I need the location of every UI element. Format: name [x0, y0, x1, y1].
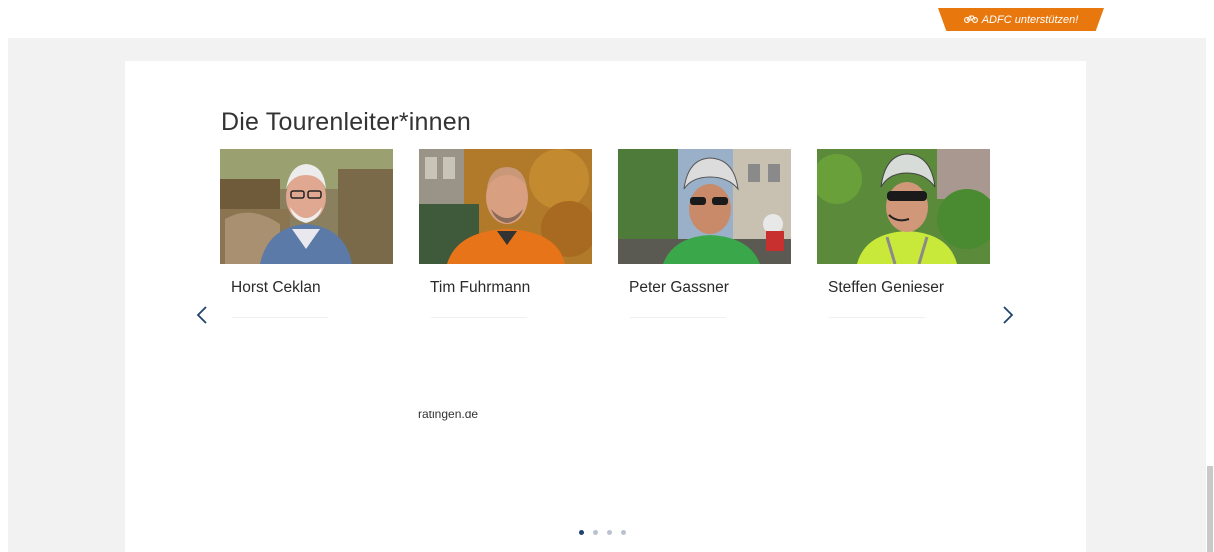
divider [232, 317, 328, 318]
guide-name[interactable]: Horst Ceklan [231, 279, 321, 297]
guide-photo[interactable] [419, 149, 592, 264]
pagination-dot[interactable] [579, 530, 584, 535]
support-adfc-button[interactable]: ADFC unterstützen! [938, 8, 1104, 31]
guide-photo[interactable] [220, 149, 393, 264]
guide-name[interactable]: Tim Fuhrmann [430, 279, 530, 297]
guide-name[interactable]: Peter Gassner [629, 279, 729, 297]
pagination-dot[interactable] [607, 530, 612, 535]
partial-link-text: ratingen.de [418, 411, 479, 421]
chevron-left-icon [196, 306, 207, 324]
support-label: ADFC unterstützen! [981, 13, 1079, 26]
guide-name[interactable]: Steffen Genieser [828, 279, 944, 297]
guide-photo[interactable] [618, 149, 791, 264]
guide-card[interactable]: Horst Ceklan [220, 149, 393, 318]
pagination-dot[interactable] [621, 530, 626, 535]
guide-card[interactable]: Peter Gassner [618, 149, 791, 318]
bicycle-icon [963, 14, 978, 26]
carousel-pagination [579, 530, 626, 535]
carousel-prev-button[interactable] [192, 300, 212, 330]
guide-card[interactable]: Tim Fuhrmann [419, 149, 592, 318]
divider [431, 317, 527, 318]
divider [829, 317, 925, 318]
guide-photo[interactable] [817, 149, 990, 264]
section-title: Die Tourenleiter*innen [221, 108, 471, 136]
pagination-dot[interactable] [593, 530, 598, 535]
guide-card[interactable]: Steffen Genieser [817, 149, 990, 318]
scrollbar-thumb[interactable] [1207, 466, 1213, 552]
divider [630, 317, 726, 318]
carousel-next-button[interactable] [998, 300, 1018, 330]
chevron-right-icon [1003, 306, 1014, 324]
